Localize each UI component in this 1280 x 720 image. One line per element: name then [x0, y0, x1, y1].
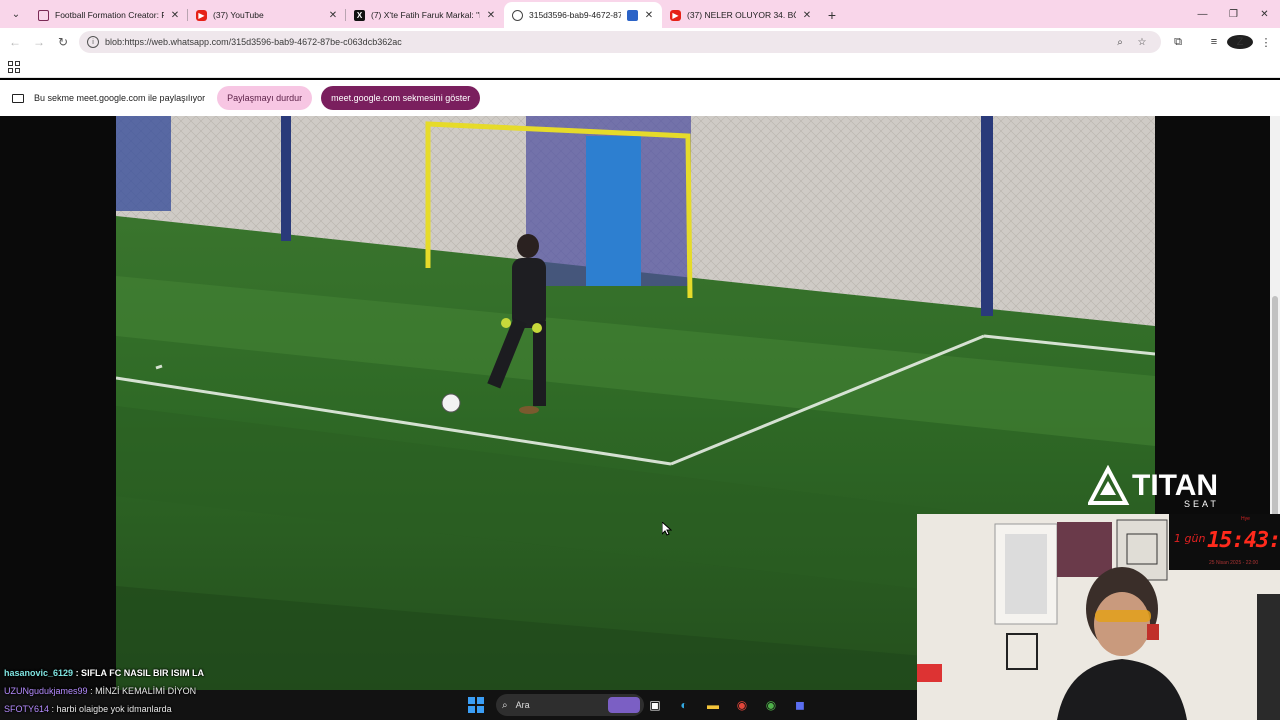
taskbar-search-placeholder: Ara: [515, 700, 530, 710]
close-window-icon[interactable]: ✕: [1249, 0, 1280, 28]
bookmarks-bar: [0, 56, 1280, 78]
chrome-profile-icon[interactable]: ◉: [760, 694, 782, 716]
tab-title: (7) X'te Fatih Faruk Markal: "Lis: [371, 10, 480, 20]
extensions-icon[interactable]: ⧉: [1165, 35, 1191, 49]
titan-seat-logo: TITAN SEAT: [1088, 465, 1219, 509]
chat-username: UZUNgudukjames99: [4, 686, 88, 696]
tab-x-post[interactable]: X (7) X'te Fatih Faruk Markal: "Lis ✕: [346, 2, 504, 28]
tab-strip: ⌄ Football Formation Creator: Re ✕ ▶ (37…: [0, 0, 1280, 28]
timer-clock: 15:43:2: [1207, 528, 1280, 553]
left-dark-strip: [0, 116, 116, 690]
restore-icon[interactable]: ❐: [1218, 0, 1249, 28]
brand-logo-text: TITAN: [1132, 469, 1218, 502]
back-icon[interactable]: ←: [3, 30, 27, 54]
taskbar-pinned-apps: ▣ ◐ ▬ ◉ ◉ ◼: [644, 694, 811, 716]
tab-youtube[interactable]: ▶ (37) YouTube ✕: [188, 2, 346, 28]
mouse-cursor-icon: [662, 522, 672, 536]
document-icon: [38, 9, 49, 21]
tab-title: (37) YouTube: [213, 10, 264, 20]
brand-logo-sub: SEAT: [1184, 499, 1219, 509]
tab-search-icon[interactable]: ⌄: [4, 2, 28, 26]
zoom-icon[interactable]: ⌕: [1109, 37, 1131, 48]
timer-date: 25 Nisan 2025 - 22:00: [1209, 560, 1259, 566]
url-text: blob:https://web.whatsapp.com/315d3596-b…: [105, 37, 402, 47]
close-icon[interactable]: ✕: [644, 10, 654, 21]
window-controls: — ❐ ✕: [1187, 0, 1280, 28]
globe-icon: [512, 9, 523, 21]
search-highlight-icon: [608, 697, 640, 713]
chat-text: : SIFLA FC NASIL BIR ISIM LA: [75, 668, 205, 678]
tab-football-formation[interactable]: Football Formation Creator: Re ✕: [30, 2, 188, 28]
youtube-icon: ▶: [670, 9, 681, 21]
youtube-icon: ▶: [196, 9, 207, 21]
tab-sharing-bar: Bu sekme meet.google.com ile paylaşılıyo…: [0, 80, 1280, 116]
screen-share-icon: [12, 93, 24, 103]
browser-toolbar: ← → ↻ i blob:https://web.whatsapp.com/31…: [0, 28, 1280, 56]
site-info-icon[interactable]: i: [87, 36, 99, 48]
windows-start-icon[interactable]: [468, 694, 488, 716]
chat-message: UZUNgudukjames99 : MİNZİ KEMALİMİ DİYON: [4, 686, 196, 696]
chat-text: : harbi olaigbe yok idmanlarda: [51, 704, 172, 714]
chat-message: hasanovic_6129 : SIFLA FC NASIL BIR ISIM…: [4, 668, 204, 678]
media-control-icon[interactable]: ≡: [1201, 35, 1227, 49]
apps-grid-icon[interactable]: [8, 61, 20, 73]
chat-message: SFOTY614 : harbi olaigbe yok idmanlarda: [4, 704, 172, 714]
profile-avatar[interactable]: Z: [1227, 35, 1253, 49]
tab-youtube-neler-oluyor[interactable]: ▶ (37) NELER OLUYOR 34. BÖLÜM ✕: [662, 2, 820, 28]
search-icon: ⌕: [502, 699, 508, 711]
show-meet-tab-button[interactable]: meet.google.com sekmesini göster: [321, 86, 481, 110]
close-icon[interactable]: ✕: [328, 10, 338, 21]
close-icon[interactable]: ✕: [486, 10, 496, 21]
close-icon[interactable]: ✕: [802, 10, 812, 21]
countdown-timer: Hye 1 gün 15:43:2 25 Nisan 2025 - 22:00: [1169, 514, 1280, 570]
timer-label: Hye: [1241, 516, 1250, 522]
new-tab-button[interactable]: +: [820, 3, 844, 27]
sharing-message: Bu sekme meet.google.com ile paylaşılıyo…: [34, 93, 206, 103]
forward-icon[interactable]: →: [27, 30, 51, 54]
sharing-indicator-icon: [627, 9, 638, 21]
chrome-icon[interactable]: ◉: [731, 694, 753, 716]
edge-icon[interactable]: ◐: [673, 694, 695, 716]
chat-username: hasanovic_6129: [4, 668, 74, 678]
menu-kebab-icon[interactable]: ⋮: [1253, 35, 1279, 49]
stop-sharing-button[interactable]: Paylaşmayı durdur: [217, 86, 313, 110]
address-bar[interactable]: i blob:https://web.whatsapp.com/315d3596…: [79, 31, 1161, 53]
x-icon: X: [354, 9, 365, 21]
tab-title: (37) NELER OLUYOR 34. BÖLÜM: [687, 10, 796, 20]
task-view-icon[interactable]: ▣: [644, 694, 666, 716]
discord-icon[interactable]: ◼: [789, 694, 811, 716]
tab-whatsapp-blob[interactable]: 315d3596-bab9-4672-87be- ✕: [504, 2, 662, 28]
chat-username: SFOTY614: [4, 704, 50, 714]
reload-icon[interactable]: ↻: [51, 30, 75, 54]
close-icon[interactable]: ✕: [170, 10, 180, 21]
chat-text: : MİNZİ KEMALİMİ DİYON: [90, 686, 197, 696]
taskbar-search[interactable]: ⌕ Ara: [496, 694, 644, 716]
file-explorer-icon[interactable]: ▬: [702, 694, 724, 716]
tab-title: Football Formation Creator: Re: [55, 10, 164, 20]
tab-title: 315d3596-bab9-4672-87be-: [529, 10, 621, 20]
minimize-icon[interactable]: —: [1187, 0, 1218, 28]
bookmark-star-icon[interactable]: ☆: [1131, 37, 1153, 48]
timer-day: 1 gün: [1174, 532, 1206, 545]
